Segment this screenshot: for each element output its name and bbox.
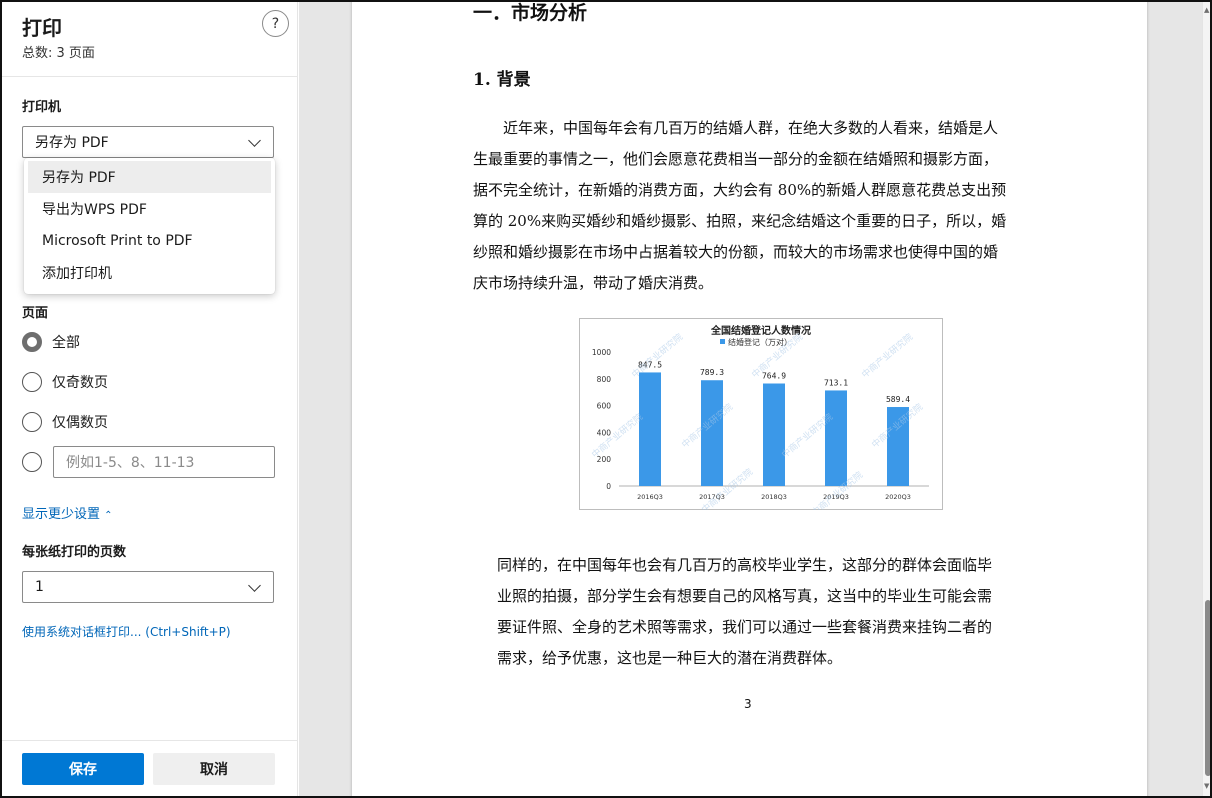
pages-per-sheet-select[interactable]: 1 [22, 571, 274, 603]
help-button[interactable]: ? [262, 10, 289, 37]
divider [2, 740, 298, 741]
chevron-down-icon [248, 579, 261, 592]
doc-line: 业照的拍摄，部分学生会有想要自己的风格写真，这当中的毕业生可能会需 [497, 587, 993, 605]
preview-scrollbar[interactable]: ▲ ▼ [1202, 2, 1210, 796]
question-icon: ? [271, 15, 280, 32]
chevron-up-icon: ⌃ [104, 510, 113, 521]
page-number: 3 [744, 697, 752, 711]
pages-per-sheet-value: 1 [35, 579, 44, 595]
page-count: 总数: 3 页面 [22, 46, 95, 61]
chevron-down-icon [248, 134, 261, 147]
doc-heading-1: 一．市场分析 [473, 2, 588, 24]
y-tick-label: 800 [597, 375, 612, 384]
scroll-down-arrow-icon[interactable]: ▼ [1204, 782, 1209, 790]
printer-option-add-printer[interactable]: 添加打印机 [28, 257, 271, 289]
printer-option-wps-pdf[interactable]: 导出为WPS PDF [28, 193, 271, 225]
radio-icon [22, 372, 42, 392]
printer-dropdown-menu: 另存为 PDF 导出为WPS PDF Microsoft Print to PD… [24, 158, 275, 294]
printer-select-value: 另存为 PDF [35, 135, 109, 151]
bar-value-label: 713.1 [824, 378, 848, 387]
pages-option-all[interactable]: 全部 [22, 331, 80, 353]
show-fewer-settings-label: 显示更少设置 [22, 507, 101, 522]
pages-option-odd-label: 仅奇数页 [52, 375, 108, 391]
bar-value-label: 789.3 [700, 368, 724, 377]
doc-line: 同样的，在中国每年也会有几百万的高校毕业学生，这部分的群体会面临毕 [497, 556, 993, 574]
x-tick-label: 2016Q3 [637, 493, 663, 501]
doc-line: 要证件照、全身的艺术照等需求，我们可以通过一些套餐消费来挂钩二者的 [497, 618, 993, 636]
x-tick-label: 2020Q3 [885, 493, 911, 501]
pages-per-sheet-label: 每张纸打印的页数 [22, 545, 127, 560]
radio-icon [22, 412, 42, 432]
printer-select[interactable]: 另存为 PDF [22, 126, 274, 158]
save-button[interactable]: 保存 [22, 753, 144, 785]
printer-option-save-as-pdf[interactable]: 另存为 PDF [28, 161, 271, 193]
pages-option-odd[interactable]: 仅奇数页 [22, 371, 108, 393]
bar-2019Q3 [825, 390, 847, 486]
doc-line: 庆市场持续升温，带动了婚庆消费。 [473, 274, 714, 292]
marriage-registration-chart: 全国结婚登记人数情况结婚登记（万对）02004006008001000847.5… [579, 318, 943, 510]
page-range-input[interactable]: 例如1-5、8、11-13 [53, 446, 275, 478]
y-tick-label: 1000 [592, 348, 611, 357]
bar-2016Q3 [639, 372, 661, 486]
print-settings-panel: 打印 总数: 3 页面 ? 打印机 另存为 PDF 页面 全部 仅奇数页 仅偶数… [2, 2, 298, 796]
radio-icon [22, 452, 42, 472]
legend-swatch [720, 339, 725, 344]
doc-line: 生最重要的事情之一，他们会愿意花费相当一部分的金额在结婚照和摄影方面， [473, 150, 999, 168]
scroll-up-arrow-icon[interactable]: ▲ [1204, 6, 1209, 14]
pages-label: 页面 [22, 306, 49, 321]
print-preview-area[interactable]: 一．市场分析 1. 背景 近年来，中国每年会有几百万的结婚人群，在绝大多数的人看… [299, 2, 1202, 796]
doc-paragraph-1: 近年来，中国每年会有几百万的结婚人群，在绝大多数的人看来，结婚是人 生最重要的事… [473, 113, 1028, 299]
doc-paragraph-2: 同样的，在中国每年也会有几百万的高校毕业学生，这部分的群体会面临毕 业照的拍摄，… [497, 550, 1028, 674]
cancel-button[interactable]: 取消 [153, 753, 275, 785]
y-tick-label: 600 [597, 402, 612, 411]
doc-line: 需求，给予优惠，这也是一种巨大的潜在消费群体。 [497, 649, 843, 667]
pages-option-custom[interactable] [22, 451, 52, 473]
dialog-title: 打印 [22, 16, 62, 40]
printer-option-microsoft-print-to-pdf[interactable]: Microsoft Print to PDF [28, 225, 271, 257]
scrollbar-thumb[interactable] [1205, 600, 1210, 776]
doc-line: 近年来，中国每年会有几百万的结婚人群，在绝大多数的人看来，结婚是人 [473, 119, 999, 137]
show-fewer-settings-link[interactable]: 显示更少设置 ⌃ [22, 503, 113, 522]
pages-option-all-label: 全部 [52, 335, 80, 351]
doc-heading-2: 1. 背景 [473, 70, 531, 90]
preview-page: 一．市场分析 1. 背景 近年来，中国每年会有几百万的结婚人群，在绝大多数的人看… [352, 2, 1147, 796]
x-tick-label: 2018Q3 [761, 493, 787, 501]
pages-option-even[interactable]: 仅偶数页 [22, 411, 108, 433]
bar-value-label: 589.4 [886, 395, 910, 404]
divider [2, 76, 298, 77]
y-tick-label: 0 [606, 482, 611, 491]
bar-2018Q3 [763, 383, 785, 486]
doc-line: 纱照和婚纱摄影在市场中占据着较大的份额，而较大的市场需求也使得中国的婚 [473, 243, 999, 261]
system-dialog-link[interactable]: 使用系统对话框打印... (Ctrl+Shift+P) [22, 623, 231, 640]
doc-line: 据不完全统计，在新婚的消费方面，大约会有 80%的新婚人群愿意花费总支出预 [473, 181, 1007, 199]
print-dialog-window: 打印 总数: 3 页面 ? 打印机 另存为 PDF 页面 全部 仅奇数页 仅偶数… [0, 0, 1212, 798]
radio-checked-icon [22, 332, 42, 352]
pages-option-even-label: 仅偶数页 [52, 415, 108, 431]
doc-line: 算的 20%来购买婚纱和婚纱摄影、拍照，来纪念结婚这个重要的日子，所以，婚 [473, 212, 1007, 230]
printer-label: 打印机 [22, 100, 62, 115]
